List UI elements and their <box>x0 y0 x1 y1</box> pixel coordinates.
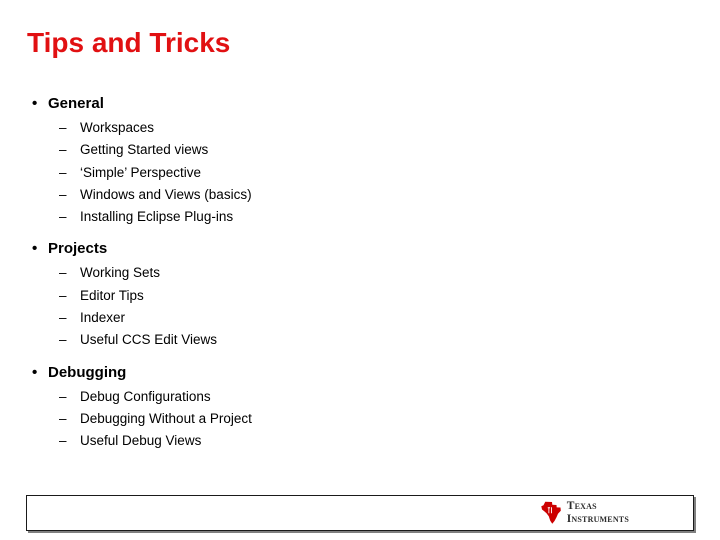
list-item-label: Workspaces <box>80 120 155 135</box>
slide-canvas: Tips and Tricks • General – Workspaces –… <box>0 0 720 540</box>
page-title: Tips and Tricks <box>27 27 231 58</box>
list-item-label: Editor Tips <box>80 287 144 303</box>
list-item-label: Useful Debug Views <box>80 433 202 449</box>
list-item-label: Windows and Views (basics) <box>80 186 252 202</box>
list-item: – Debug Configurations <box>27 386 667 408</box>
list-item: – Getting Started views <box>27 139 667 161</box>
list-item-label: ‘Simple’ Perspective <box>80 164 202 180</box>
outline-heading-projects: • Projects <box>27 237 667 261</box>
outline-section-general: • General – Workspaces – Getting Started… <box>27 92 667 228</box>
list-item: – Debugging Without a Project <box>27 408 667 430</box>
outline-section-debugging: • Debugging – Debug Configurations – Deb… <box>27 361 667 453</box>
list-item: – Windows and Views (basics) <box>27 184 667 206</box>
bullet-icon: • <box>32 363 38 381</box>
list-item-label: Getting Started views <box>80 142 209 158</box>
dash-icon: – <box>59 332 67 348</box>
texas-instruments-wordmark: Texas Instruments <box>566 499 629 526</box>
outline-heading-debugging: • Debugging <box>27 361 667 385</box>
footer-bar: Texas Instruments <box>26 495 694 531</box>
list-item-label: Debug Configurations <box>80 388 211 404</box>
list-item-label: Debugging Without a Project <box>80 410 252 426</box>
texas-state-shape-icon <box>541 502 561 524</box>
dash-icon: – <box>59 120 67 135</box>
list-item-label: Working Sets <box>80 265 161 281</box>
dash-icon: – <box>59 164 67 180</box>
list-item: – Working Sets <box>27 262 667 284</box>
list-item: – Indexer <box>27 307 667 329</box>
dash-icon: – <box>59 209 67 225</box>
outline-section-projects: • Projects – Working Sets – Editor Tips … <box>27 237 667 351</box>
list-item: – Workspaces <box>27 117 667 139</box>
list-item: – Editor Tips <box>27 285 667 307</box>
list-item-label: Indexer <box>80 310 126 326</box>
dash-icon: – <box>59 410 67 426</box>
outline-sublist-debugging: – Debug Configurations – Debugging Witho… <box>27 386 667 453</box>
list-item-label: Useful CCS Edit Views <box>80 332 218 348</box>
dash-icon: – <box>59 142 67 158</box>
bullet-icon: • <box>32 240 38 258</box>
outline-sublist-projects: – Working Sets – Editor Tips – Indexer –… <box>27 262 667 351</box>
slide-body-outline: • General – Workspaces – Getting Started… <box>27 92 667 453</box>
outline-heading-general: • General <box>27 92 667 116</box>
dash-icon: – <box>59 186 67 202</box>
dash-icon: – <box>59 310 67 326</box>
outline-heading-label: Debugging <box>48 363 127 381</box>
list-item-label: Installing Eclipse Plug-ins <box>80 209 234 225</box>
logo-line-instruments: Instruments <box>566 512 629 525</box>
list-item: – Installing Eclipse Plug-ins <box>27 206 667 228</box>
list-item: – ‘Simple’ Perspective <box>27 162 667 184</box>
bullet-icon: • <box>32 95 38 112</box>
list-item: – Useful CCS Edit Views <box>27 329 667 351</box>
outline-heading-label: General <box>48 95 104 112</box>
texas-instruments-logo: Texas Instruments <box>540 499 629 526</box>
dash-icon: – <box>59 265 67 281</box>
outline-sublist-general: – Workspaces – Getting Started views – ‘… <box>27 117 667 228</box>
list-item: – Useful Debug Views <box>27 430 667 452</box>
outline-heading-label: Projects <box>48 240 108 258</box>
dash-icon: – <box>59 433 67 449</box>
dash-icon: – <box>59 287 67 303</box>
logo-line-texas: Texas <box>566 499 597 512</box>
dash-icon: – <box>59 388 67 404</box>
